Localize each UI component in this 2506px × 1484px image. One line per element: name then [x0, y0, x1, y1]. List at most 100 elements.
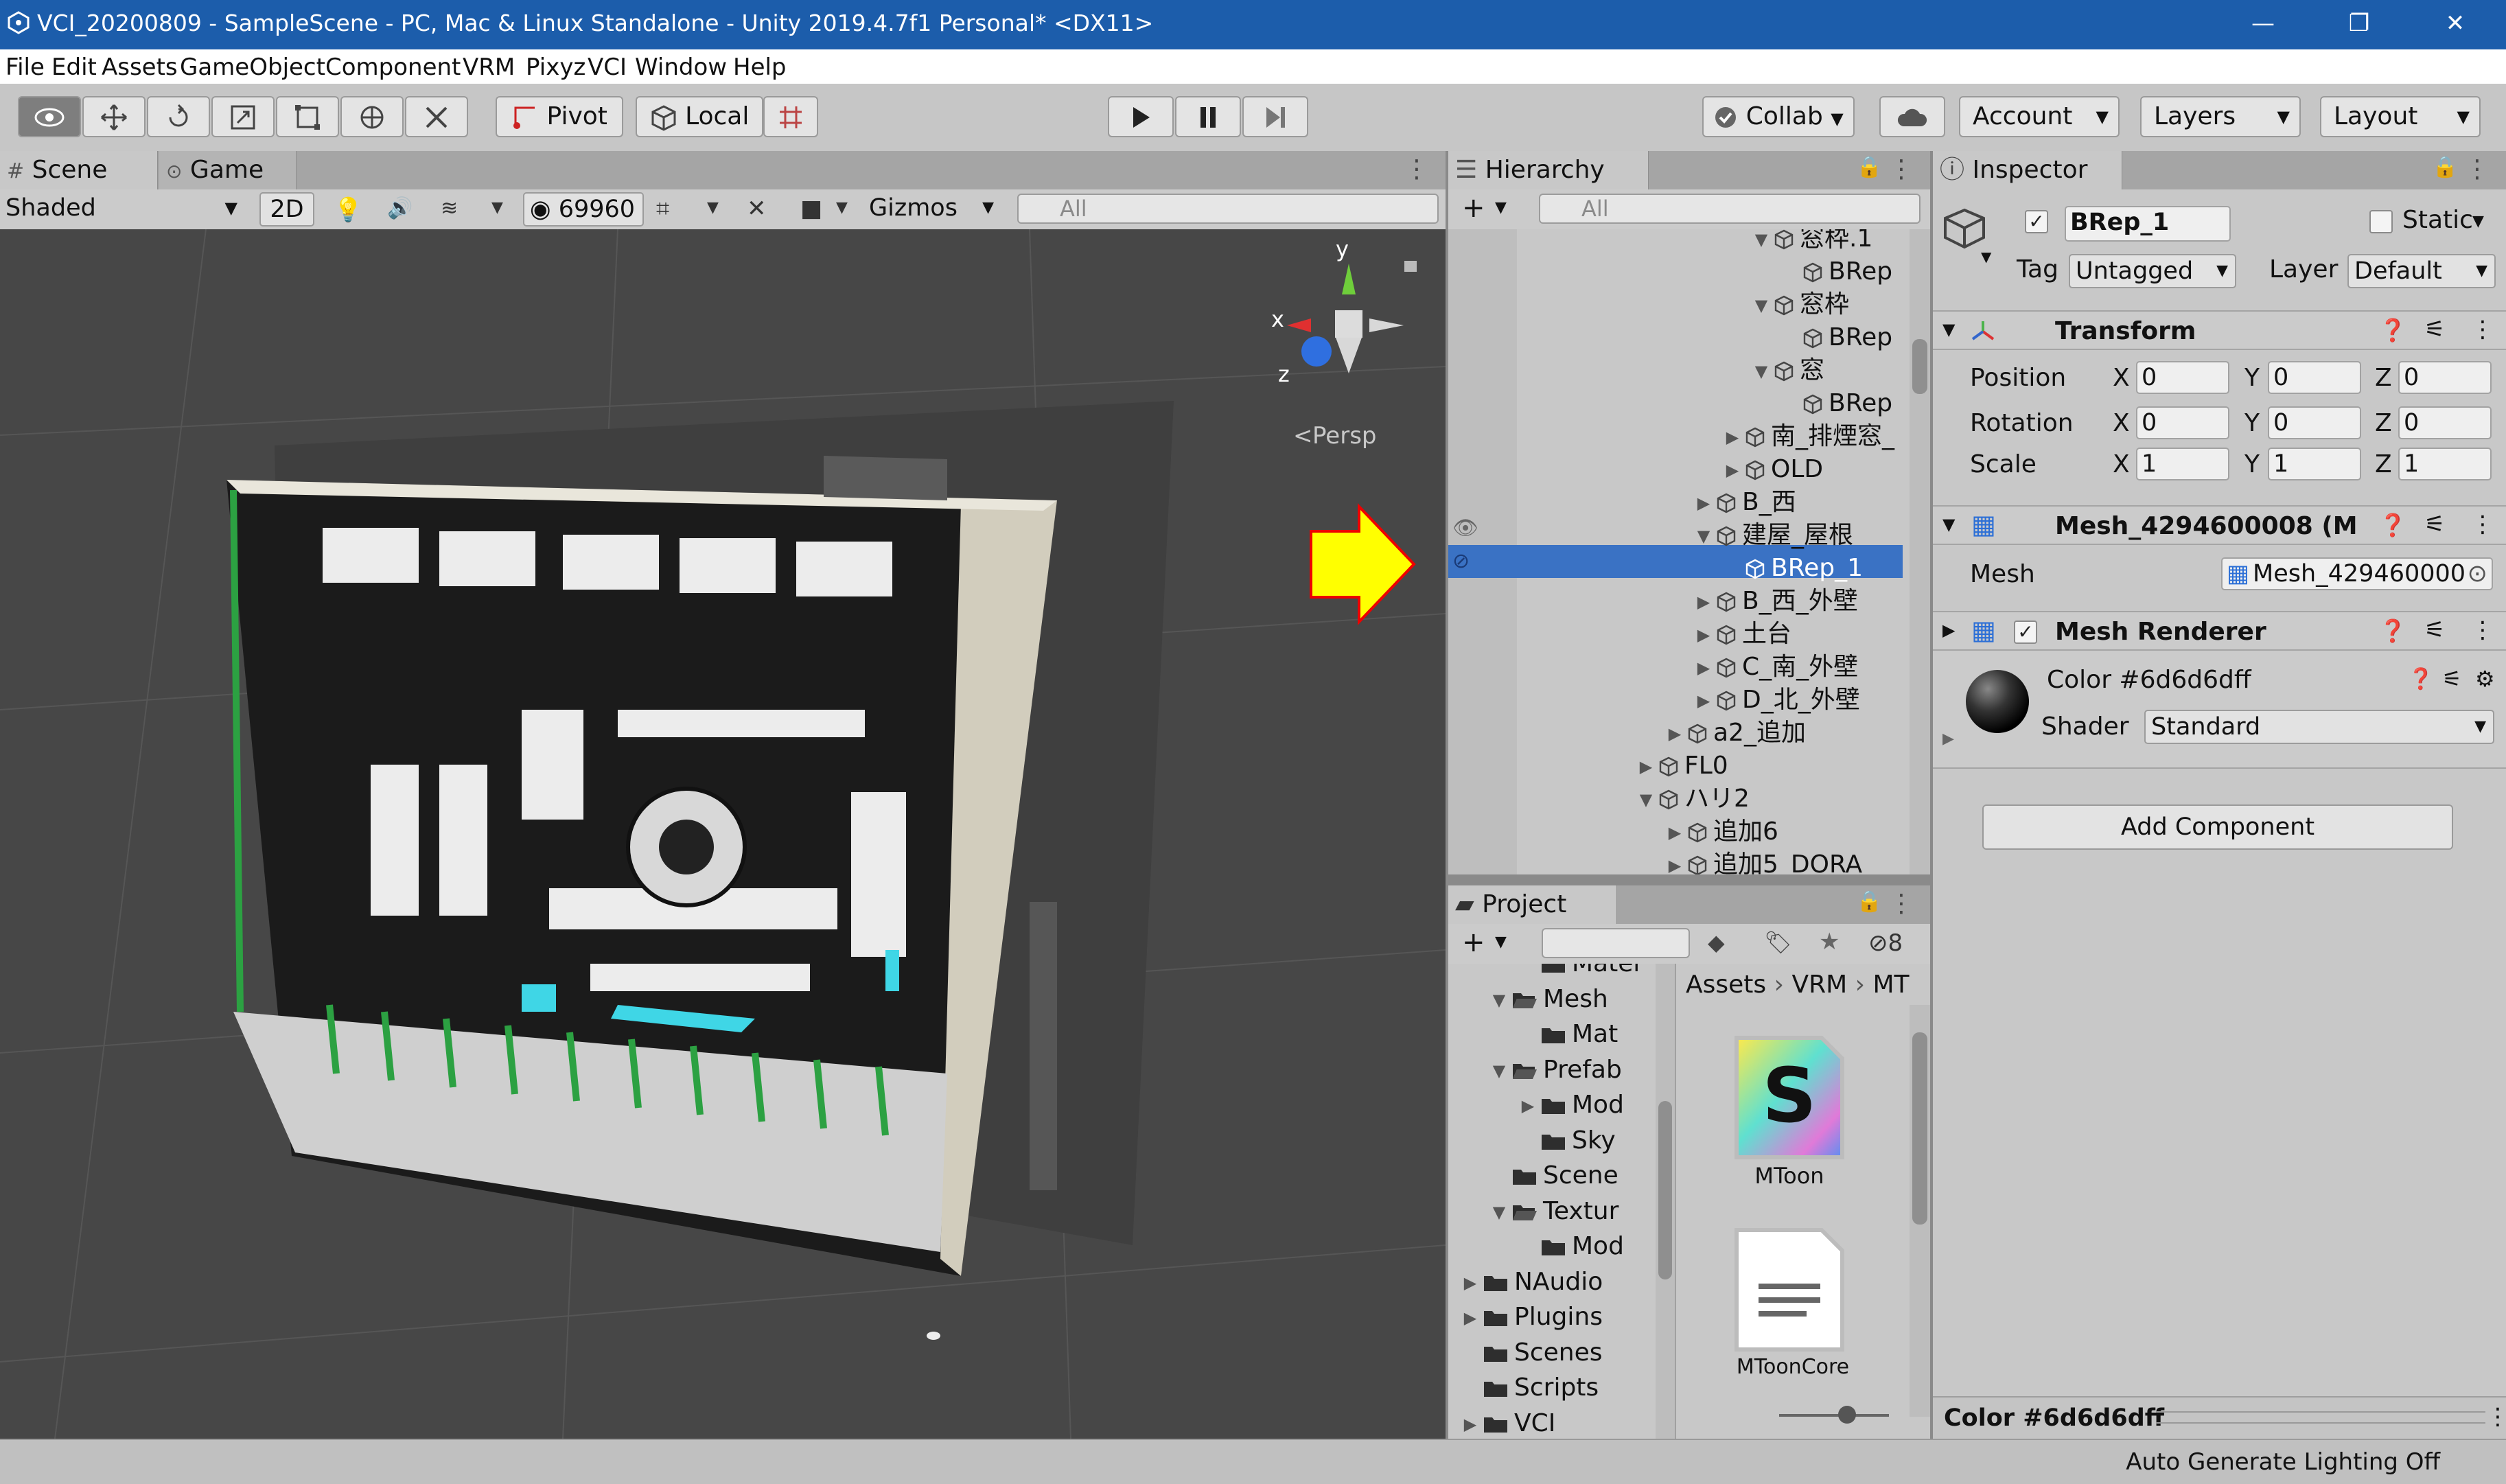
object-name-field[interactable]: BRep_1	[2065, 206, 2231, 242]
preview-drag-handle[interactable]	[2156, 1411, 2485, 1424]
pause-button[interactable]	[1175, 96, 1241, 137]
chevron-down-icon[interactable]: ▼	[1981, 248, 1991, 265]
chevron-right-icon[interactable]: ▶	[1458, 1301, 1483, 1334]
visibility-eye-icon[interactable]: 👁	[1452, 516, 1478, 540]
scale-y-field[interactable]: 1	[2268, 448, 2361, 480]
chevron-down-icon[interactable]: ▼	[1749, 229, 1774, 256]
visibility-hidden-icon[interactable]: ⊘	[1452, 549, 1470, 573]
chevron-right-icon[interactable]: ▶	[1691, 684, 1716, 717]
hierarchy-row[interactable]: BRep	[1778, 321, 1892, 354]
chevron-down-icon[interactable]: ▼	[1487, 1196, 1511, 1229]
scale-z-field[interactable]: 1	[2398, 448, 2492, 480]
hierarchy-row[interactable]: ▼ 窓	[1749, 354, 1824, 387]
chevron-right-icon[interactable]: ▶	[1458, 1408, 1483, 1439]
chevron-right-icon[interactable]: ▶	[1662, 816, 1687, 849]
chevron-down-icon[interactable]: ▼	[1487, 984, 1511, 1017]
chevron-down-icon[interactable]: ▼	[1691, 520, 1716, 553]
persp-label[interactable]: Persp	[1312, 422, 1376, 450]
chevron-right-icon[interactable]: ▶	[1720, 454, 1745, 487]
menu-file[interactable]: File	[5, 54, 45, 81]
folder-tree-item[interactable]: Mater	[1516, 964, 1643, 980]
more-options-icon[interactable]: ⋮	[2486, 1403, 2506, 1430]
more-options-icon[interactable]: ⋮	[2471, 316, 2494, 343]
panel-divider[interactable]	[1930, 151, 1933, 1439]
folder-tree-item[interactable]: Scripts	[1458, 1371, 1599, 1404]
filter-label-icon[interactable]: 🏷	[1764, 929, 1792, 955]
panel-divider[interactable]	[1446, 151, 1448, 1439]
active-checkbox[interactable]: ✓	[2025, 210, 2048, 233]
toggle-2d-button[interactable]: 2D	[259, 192, 314, 227]
mesh-renderer-enabled-checkbox[interactable]: ✓	[2014, 621, 2037, 644]
chevron-right-icon[interactable]: ▶	[1458, 1266, 1483, 1299]
local-button[interactable]: Local	[636, 96, 763, 137]
help-icon[interactable]: ❓	[2408, 667, 2433, 691]
create-button[interactable]: +	[1462, 192, 1485, 224]
menu-pixyz[interactable]: Pixyz	[526, 54, 585, 81]
add-component-button[interactable]: Add Component	[1982, 804, 2453, 850]
object-picker-icon[interactable]: ⊙	[2468, 559, 2487, 589]
more-options-icon[interactable]: ⋮	[2471, 511, 2494, 538]
hierarchy-row[interactable]: ▶ 追加6	[1662, 815, 1778, 848]
hierarchy-row[interactable]: ▶ 土台	[1691, 618, 1791, 651]
shader-dropdown[interactable]: Standard ▼	[2144, 710, 2494, 744]
hidden-packages-toggle[interactable]: ⊘8	[1868, 929, 1903, 957]
rotation-x-field[interactable]: 0	[2136, 406, 2229, 439]
slider-thumb[interactable]	[1838, 1406, 1856, 1424]
rotate-tool-button[interactable]	[147, 96, 210, 137]
hierarchy-row[interactable]: ▼ 建屋_屋根	[1691, 519, 1853, 552]
tab-scene[interactable]: # Scene	[0, 151, 158, 189]
tab-inspector[interactable]: ⓘ Inspector	[1933, 151, 2122, 189]
asset-mtoon[interactable]: S	[1731, 1032, 1848, 1170]
help-icon[interactable]: ❓	[2379, 317, 2406, 343]
hierarchy-row[interactable]: ▼ ハリ2	[1634, 782, 1750, 815]
hierarchy-row[interactable]: ▼ 窓枠	[1749, 288, 1849, 321]
lock-icon[interactable]	[1404, 261, 1417, 272]
folder-tree-item[interactable]: Mat	[1516, 1018, 1618, 1051]
more-options-icon[interactable]: ⋮	[2471, 616, 2494, 644]
folder-tree-item[interactable]: Scenes	[1458, 1336, 1603, 1369]
menu-vrm[interactable]: VRM	[463, 54, 515, 81]
chevron-right-icon[interactable]: ▶	[1691, 586, 1716, 618]
rotation-y-field[interactable]: 0	[2268, 406, 2361, 439]
menu-window[interactable]: Window	[635, 54, 727, 81]
folder-tree-item[interactable]: ▶ NAudio	[1458, 1266, 1603, 1299]
hierarchy-row[interactable]: ▶ OLD	[1720, 453, 1823, 486]
preset-icon[interactable]: ⚟	[2424, 316, 2445, 343]
menu-assets[interactable]: Assets	[102, 54, 178, 81]
filter-type-icon[interactable]: ◆	[1708, 929, 1725, 955]
more-options-icon[interactable]: ⋮	[1889, 155, 1914, 183]
scene-search-input[interactable]: All	[1017, 194, 1439, 224]
chevron-down-icon[interactable]: ▼	[1495, 199, 1507, 216]
gear-icon[interactable]: ⚙	[2475, 666, 2495, 692]
folder-tree-scrollbar[interactable]	[1656, 964, 1675, 1439]
move-tool-button[interactable]	[82, 96, 146, 137]
mesh-filter-header[interactable]: ▼ ▦ Mesh_4294600008 (Mesh ❓ ⚟ ⋮	[1933, 505, 2506, 545]
chevron-down-icon[interactable]: ▼	[1749, 355, 1774, 388]
chevron-right-icon[interactable]: ▶	[1691, 651, 1716, 684]
hierarchy-search-input[interactable]: All	[1539, 194, 1921, 224]
tools-toggle-icon[interactable]: ✕	[747, 195, 767, 222]
pivot-button[interactable]: Pivot	[496, 96, 623, 137]
hierarchy-row[interactable]: BRep	[1778, 255, 1892, 288]
project-search-input[interactable]	[1542, 928, 1690, 958]
tag-dropdown[interactable]: Untagged ▼	[2069, 254, 2236, 288]
layers-dropdown[interactable]: Layers ▼	[2140, 96, 2301, 137]
hierarchy-row[interactable]: ▶ C_南_外壁	[1691, 651, 1858, 684]
folder-tree-item[interactable]: ▼ Prefab	[1487, 1054, 1622, 1087]
menu-help[interactable]: Help	[733, 54, 787, 81]
grid-toggle-icon[interactable]: ⌗	[656, 195, 669, 222]
hierarchy-row[interactable]: ▶ D_北_外壁	[1691, 684, 1860, 717]
menu-component[interactable]: Component	[325, 54, 461, 81]
grid-dropdown-icon[interactable]: ▼	[707, 199, 719, 216]
effects-dropdown-icon[interactable]: ▼	[491, 199, 503, 216]
menu-edit[interactable]: Edit	[51, 54, 97, 81]
lighting-toggle-icon[interactable]: 💡	[334, 196, 362, 224]
preset-icon[interactable]: ⚟	[2442, 666, 2462, 692]
asset-mtooncore[interactable]	[1731, 1225, 1848, 1362]
hierarchy-scrollbar[interactable]	[1910, 229, 1930, 874]
help-icon[interactable]: ❓	[2379, 512, 2406, 538]
mesh-object-field[interactable]: ▦ Mesh_429460000 ⊙	[2221, 557, 2493, 590]
create-asset-button[interactable]: +	[1462, 927, 1485, 958]
breadcrumb-assets[interactable]: Assets	[1686, 971, 1766, 999]
step-button[interactable]	[1242, 96, 1308, 137]
